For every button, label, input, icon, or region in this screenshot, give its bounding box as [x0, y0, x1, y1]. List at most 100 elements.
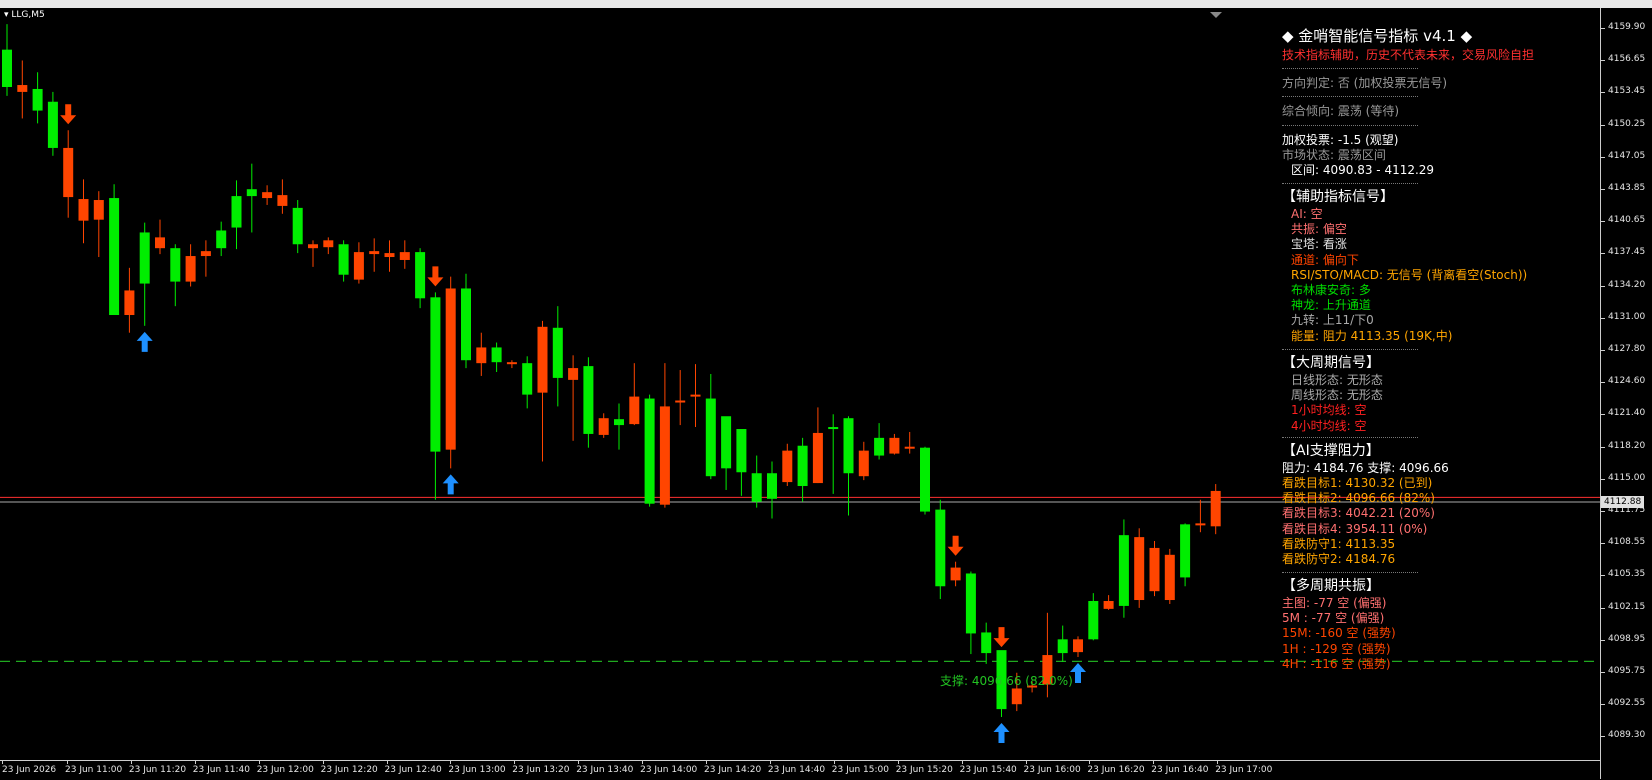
price-tick — [1601, 253, 1605, 255]
candle-body — [109, 198, 120, 316]
big-cycle-signal: 4小时均线: 空 — [1291, 418, 1367, 433]
candle-body — [568, 368, 579, 380]
candle-body — [1149, 547, 1160, 592]
price-axis-label: 4127.80 — [1608, 344, 1646, 354]
candle-body — [491, 347, 502, 363]
big-cycle-signal: 周线形态: 无形态 — [1291, 388, 1383, 403]
aux-signal: 神龙: 上升通道 — [1291, 298, 1371, 313]
price-axis-label: 4089.30 — [1608, 730, 1646, 741]
tendency-line: 综合倾向: 震荡 (等待) — [1282, 104, 1400, 118]
target-line: 看跌目标1: 4130.32 (已到) — [1282, 476, 1433, 490]
candle-body — [767, 473, 777, 499]
time-axis-label: 23 Jun 15:40 — [959, 765, 1017, 775]
candle-body — [369, 251, 380, 255]
candle-body — [384, 253, 395, 258]
price-tick — [1601, 317, 1605, 319]
aux-header: 【辅助指标信号】 — [1282, 189, 1394, 205]
price-axis-label: 4118.20 — [1608, 440, 1646, 451]
time-axis-label: 23 Jun 13:00 — [448, 765, 506, 775]
price-tick — [1601, 382, 1605, 384]
price-tick — [1601, 607, 1605, 609]
panel-divider — [1282, 349, 1418, 350]
time-axis-label: 23 Jun 14:00 — [640, 765, 698, 775]
panel-divider — [1282, 572, 1418, 573]
price-tick — [1601, 672, 1605, 673]
candle-body — [537, 326, 548, 393]
price-axis-label: 4092.55 — [1608, 698, 1646, 709]
time-axis-label: 23 Jun 15:00 — [831, 765, 889, 775]
candle-body — [506, 362, 517, 365]
candle-body — [461, 288, 471, 361]
multi-cycle-line: 4H : -116 空 (强势) — [1282, 656, 1391, 671]
price-tick — [1601, 124, 1605, 126]
price-tick — [1601, 478, 1605, 480]
support-label: 支撑: 4096.66 (82.0%) — [940, 674, 1073, 688]
sr-header: 【AI支撑阻力】 — [1282, 443, 1380, 459]
candle-body — [1057, 639, 1068, 654]
sell-arrow-icon — [427, 266, 444, 287]
candle-body — [170, 248, 181, 282]
price-tick — [1601, 446, 1605, 448]
time-axis-label: 23 Jun 16:40 — [1151, 765, 1209, 775]
candle-body — [583, 366, 594, 434]
candle-body — [522, 363, 533, 395]
candle-body — [828, 427, 839, 430]
price-tick — [1601, 189, 1605, 190]
candle-body — [1134, 537, 1145, 601]
candle-body — [17, 85, 28, 92]
sell-arrow-icon — [60, 104, 77, 125]
time-tick — [833, 761, 835, 764]
candle-body — [2, 49, 12, 88]
price-axis-label: 4095.75 — [1608, 666, 1646, 676]
candle-body — [659, 406, 670, 505]
candle-body — [843, 418, 854, 474]
aux-signal: AI: 空 — [1291, 207, 1323, 221]
big-cycle-header: 【大周期信号】 — [1282, 355, 1380, 371]
candle-body — [338, 244, 349, 275]
time-tick — [322, 761, 324, 764]
candle-body — [950, 567, 961, 581]
panel-divider — [1282, 437, 1418, 438]
candle-body — [415, 252, 426, 299]
time-tick — [1025, 761, 1027, 764]
price-axis-label: 4115.00 — [1608, 472, 1646, 483]
time-axis-label: 23 Jun 13:20 — [512, 765, 570, 775]
time-axis-label: 23 Jun 12:40 — [384, 765, 442, 775]
time-tick — [642, 761, 644, 764]
price-tick — [1601, 60, 1605, 62]
current-price-box: 4112.88 — [1601, 495, 1645, 508]
candle-body — [1118, 535, 1129, 606]
time-tick — [1153, 761, 1155, 764]
panel-divider — [1282, 183, 1418, 184]
price-axis-label: 4121.40 — [1608, 408, 1646, 419]
panel-divider — [1282, 96, 1418, 97]
aux-signal: RSI/STO/MACD: 无信号 (背离看空(Stoch)) — [1291, 267, 1528, 282]
price-axis-label: 4143.85 — [1608, 183, 1646, 193]
aux-signal: 共振: 偏空 — [1291, 222, 1347, 237]
time-tick — [514, 761, 516, 764]
price-axis-label: 4147.05 — [1608, 150, 1646, 161]
candle-body — [629, 396, 640, 425]
candle-body — [277, 195, 288, 206]
time-tick — [2, 761, 3, 764]
price-axis-label: 4137.45 — [1608, 247, 1646, 258]
candle-body — [1180, 524, 1191, 578]
aux-signal: 九转: 上11/下0 — [1291, 313, 1374, 328]
candle-body — [1195, 523, 1206, 526]
candle-body — [155, 237, 165, 249]
aux-signal: 能量: 阻力 4113.35 (19K,中) — [1291, 328, 1453, 343]
time-tick — [961, 761, 963, 764]
time-axis[interactable]: 23 Jun 2026 23 Jun 11:00 23 Jun 11:20 23 Ju… — [0, 760, 1600, 780]
time-axis-label: 23 Jun 12:20 — [320, 765, 378, 775]
target-line: 看跌防守2: 4184.76 — [1282, 552, 1396, 566]
buy-arrow-icon — [442, 474, 459, 495]
price-axis-label: 4153.45 — [1608, 86, 1646, 97]
price-tick — [1601, 704, 1605, 706]
candle-body — [705, 398, 716, 477]
time-tick — [130, 761, 132, 764]
price-axis-label: 4105.35 — [1608, 569, 1646, 580]
candle-body — [476, 347, 487, 364]
candle-body — [552, 327, 563, 378]
price-tick — [1601, 350, 1605, 351]
price-axis[interactable]: 4159.90 4156.65 4153.45 4150.25 4147.05 4143.… — [1600, 8, 1652, 779]
